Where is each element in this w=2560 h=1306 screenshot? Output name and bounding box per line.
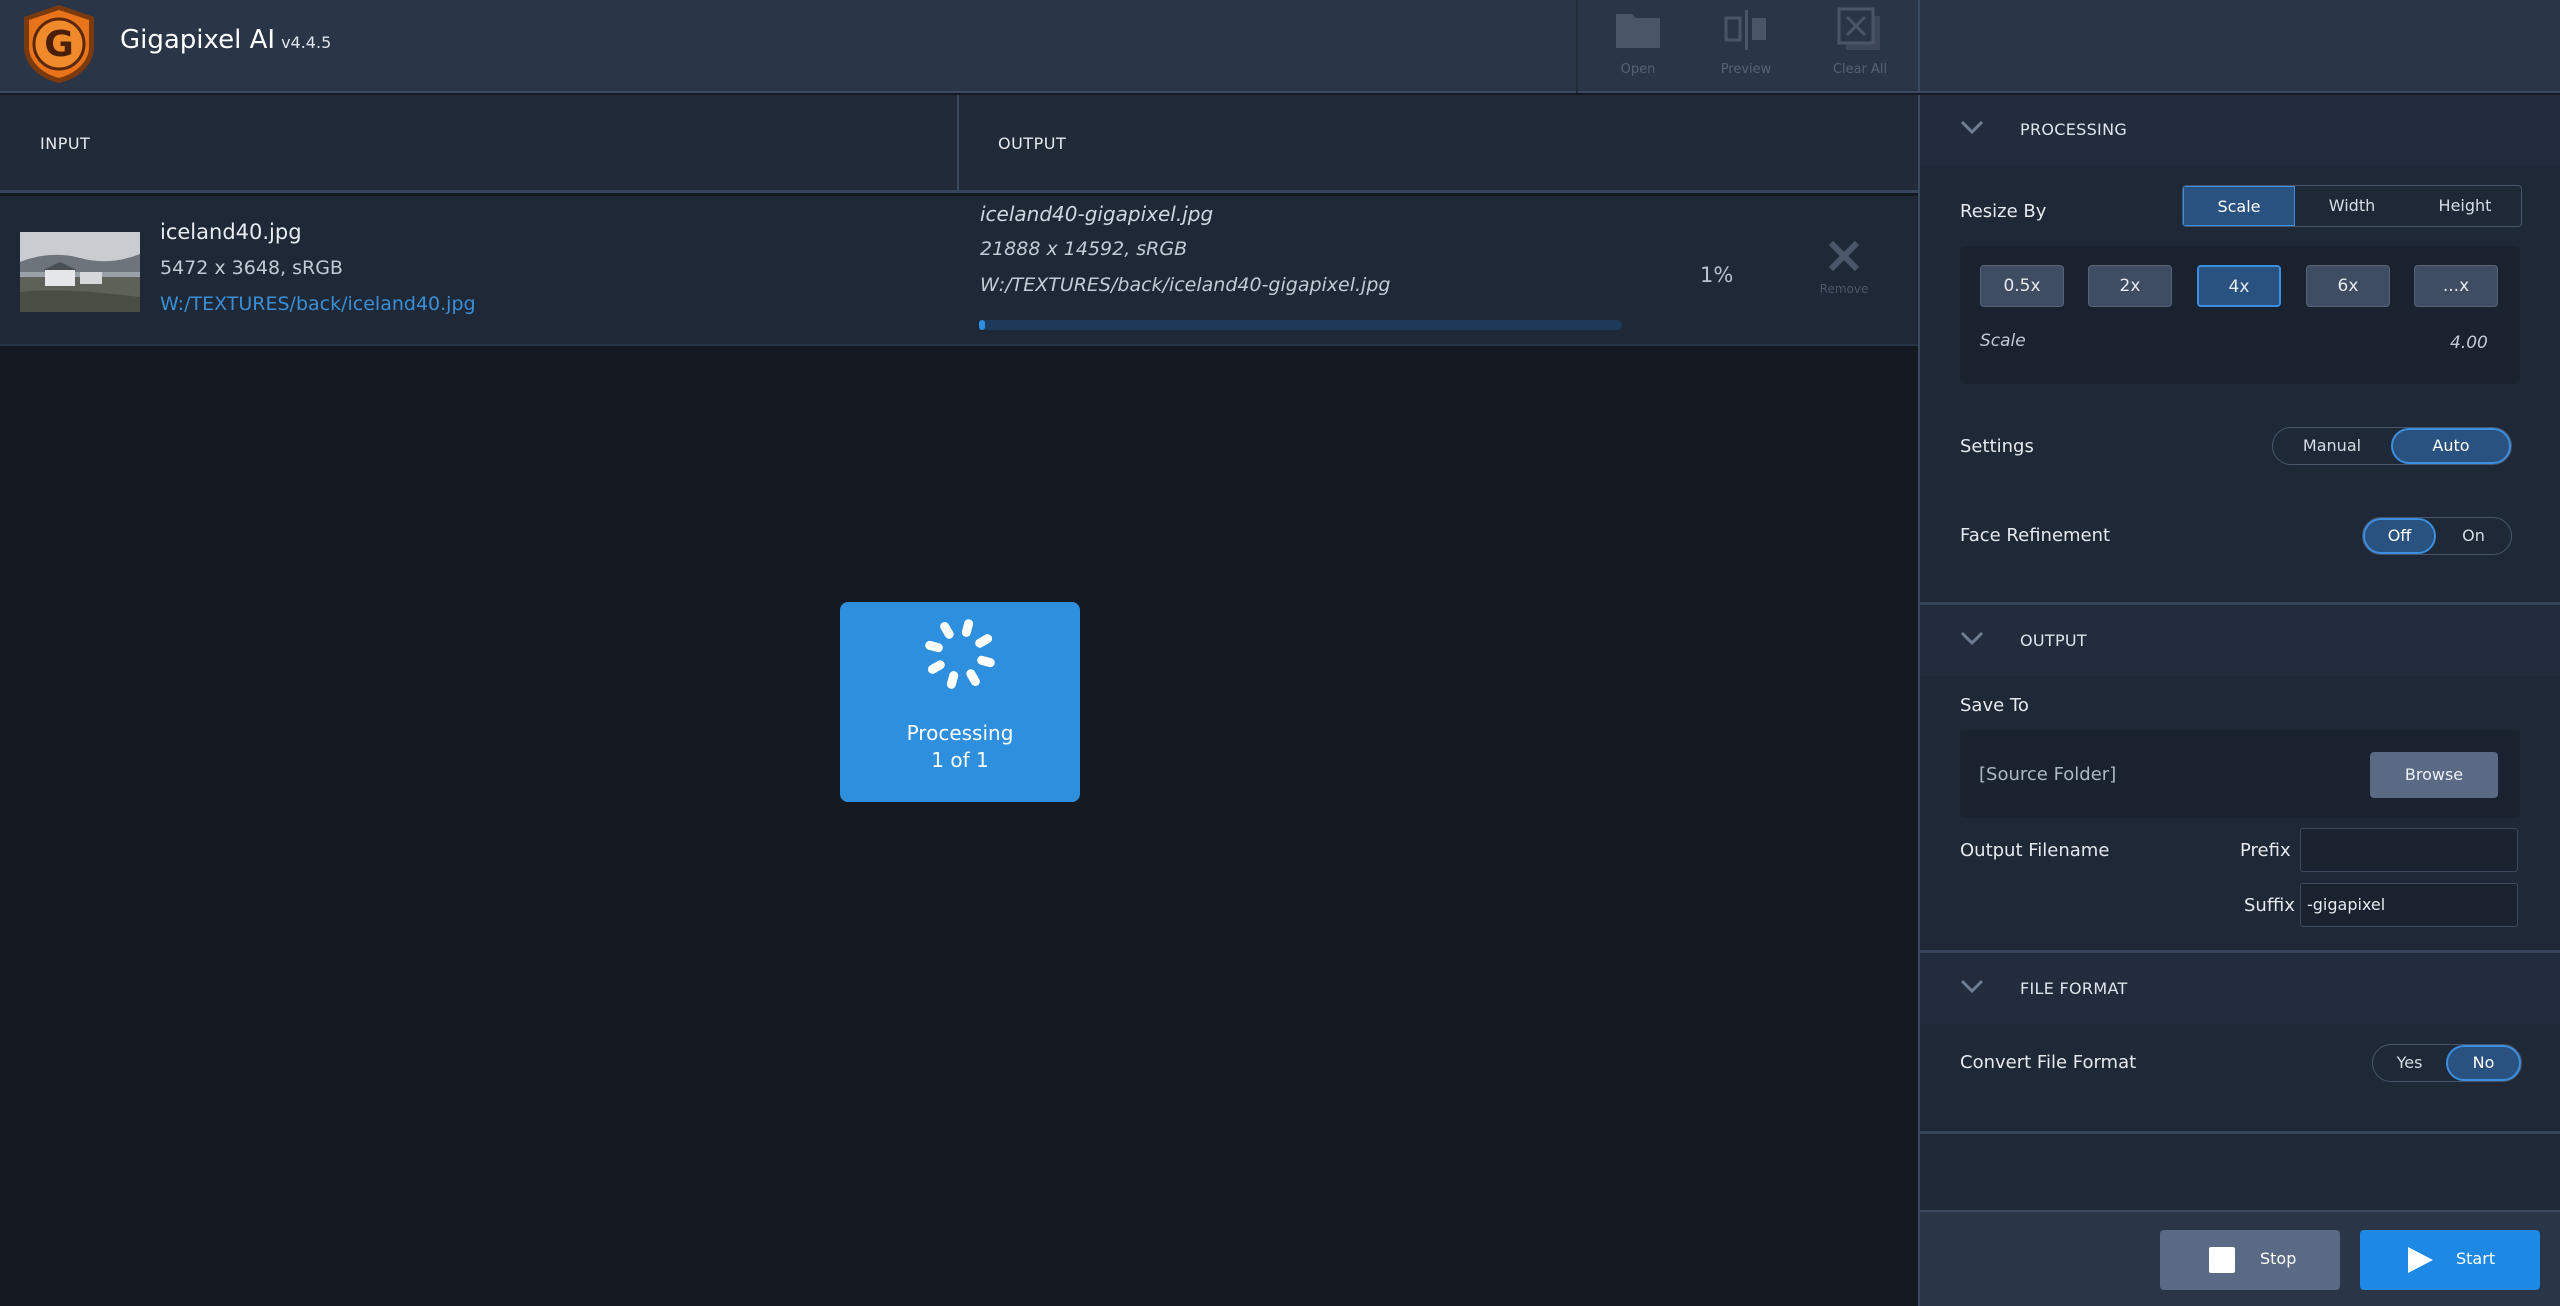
processing-dialog: Processing 1 of 1 <box>840 602 1080 802</box>
progress-bar <box>979 320 1622 330</box>
split-preview-icon <box>1724 10 1766 50</box>
close-icon <box>1828 240 1860 272</box>
remove-button[interactable]: Remove <box>1814 238 1874 296</box>
svg-text:G: G <box>44 24 74 65</box>
output-title: OUTPUT <box>2020 631 2088 650</box>
open-label: Open <box>1620 62 1656 77</box>
processing-title: PROCESSING <box>2020 120 2128 139</box>
input-dimensions: 5472 x 3648, sRGB <box>160 257 343 279</box>
app-title: Gigapixel AI v4.4.5 <box>120 25 331 55</box>
spinner-icon <box>925 619 995 689</box>
file-format-title: FILE FORMAT <box>2020 979 2128 998</box>
scale-2x-button[interactable]: 2x <box>2088 265 2172 307</box>
toolbar: Open Preview Clear All <box>1576 0 1918 93</box>
convert-no-option[interactable]: No <box>2445 1045 2521 1081</box>
convert-yes-option[interactable]: Yes <box>2373 1045 2446 1081</box>
spinner-segment <box>966 669 980 687</box>
spinner-segment <box>940 621 954 639</box>
start-label: Start <box>2456 1249 2496 1268</box>
right-header <box>1918 0 2560 93</box>
clear-all-button[interactable]: Clear All <box>1810 6 1910 86</box>
chevron-down-icon <box>1960 120 1984 135</box>
open-button[interactable]: Open <box>1588 6 1688 86</box>
stop-icon <box>2209 1247 2235 1273</box>
save-to-label: Save To <box>1960 695 2029 716</box>
processing-count: 1 of 1 <box>931 748 989 772</box>
resize-by-selector: Scale Width Height <box>2182 185 2522 227</box>
clear-all-label: Clear All <box>1832 62 1888 77</box>
start-button[interactable]: Start <box>2360 1230 2540 1290</box>
chevron-down-icon <box>1960 631 1984 646</box>
app-version: v4.4.5 <box>281 33 332 52</box>
settings-manual-option[interactable]: Manual <box>2273 428 2391 464</box>
spinner-segment <box>925 640 943 653</box>
stop-label: Stop <box>2260 1249 2297 1268</box>
spinner-segment <box>961 619 974 637</box>
save-to-value: [Source Folder] <box>1979 764 2117 785</box>
processing-text: Processing 1 of 1 <box>840 720 1080 774</box>
prefix-label: Prefix <box>2240 840 2291 861</box>
scale-4x-button[interactable]: 4x <box>2197 265 2281 307</box>
column-header-bar <box>0 95 1918 193</box>
folder-icon <box>1616 14 1660 48</box>
clear-all-icon <box>1837 7 1880 50</box>
output-column-header: OUTPUT <box>998 134 1067 153</box>
processing-section-header[interactable]: PROCESSING <box>1920 95 2560 165</box>
scale-label: Scale <box>1980 331 2026 351</box>
resize-height-option[interactable]: Height <box>2409 186 2521 226</box>
browse-button[interactable]: Browse <box>2370 752 2498 798</box>
input-thumbnail <box>20 232 140 312</box>
app-name: Gigapixel AI <box>120 25 276 55</box>
face-on-option[interactable]: On <box>2436 518 2511 554</box>
output-path: W:/TEXTURES/back/iceland40-gigapixel.jpg <box>980 274 1391 296</box>
column-divider <box>957 95 959 193</box>
section-divider <box>1920 602 2560 605</box>
progress-percent: 1% <box>1700 263 1734 287</box>
remove-label: Remove <box>1819 282 1869 296</box>
play-icon <box>2408 1247 2433 1273</box>
preview-label: Preview <box>1720 62 1772 77</box>
output-section-header[interactable]: OUTPUT <box>1920 606 2560 676</box>
settings-label: Settings <box>1960 436 2034 457</box>
app-logo-icon: G <box>18 3 100 85</box>
scale-value: 4.00 <box>2450 333 2488 353</box>
output-filename: iceland40-gigapixel.jpg <box>980 202 1214 226</box>
scale-0-5x-button[interactable]: 0.5x <box>1980 265 2064 307</box>
preview-button[interactable]: Preview <box>1696 6 1796 86</box>
convert-format-label: Convert File Format <box>1960 1052 2137 1073</box>
face-refinement-toggle: Off On <box>2362 517 2512 555</box>
settings-auto-option[interactable]: Auto <box>2391 428 2511 464</box>
face-refinement-label: Face Refinement <box>1960 525 2111 546</box>
resize-scale-option[interactable]: Scale <box>2183 186 2295 226</box>
output-filename-label: Output Filename <box>1960 840 2110 861</box>
processing-label: Processing <box>906 721 1014 745</box>
progress-fill <box>979 320 986 330</box>
spinner-segment <box>946 671 959 689</box>
suffix-label: Suffix <box>2244 895 2295 916</box>
resize-by-label: Resize By <box>1960 201 2047 222</box>
input-column-header: INPUT <box>40 134 91 153</box>
section-divider <box>1920 950 2560 953</box>
spinner-segment <box>927 660 945 674</box>
chevron-down-icon <box>1960 979 1984 994</box>
resize-width-option[interactable]: Width <box>2295 186 2409 226</box>
prefix-input[interactable] <box>2300 828 2518 872</box>
suffix-input[interactable]: -gigapixel <box>2300 883 2518 927</box>
file-format-section-header[interactable]: FILE FORMAT <box>1920 954 2560 1024</box>
spinner-segment <box>975 634 993 648</box>
settings-toggle: Manual Auto <box>2272 427 2512 465</box>
scale-6x-button[interactable]: 6x <box>2306 265 2390 307</box>
spinner-segment <box>977 655 995 668</box>
convert-format-toggle: Yes No <box>2372 1044 2522 1082</box>
input-path-link[interactable]: W:/TEXTURES/back/iceland40.jpg <box>160 293 476 315</box>
face-off-option[interactable]: Off <box>2363 518 2437 554</box>
output-dimensions: 21888 x 14592, sRGB <box>980 238 1188 260</box>
scale-custom-button[interactable]: ...x <box>2414 265 2498 307</box>
stop-button[interactable]: Stop <box>2160 1230 2340 1290</box>
input-filename: iceland40.jpg <box>160 220 302 244</box>
section-divider <box>1920 1131 2560 1134</box>
